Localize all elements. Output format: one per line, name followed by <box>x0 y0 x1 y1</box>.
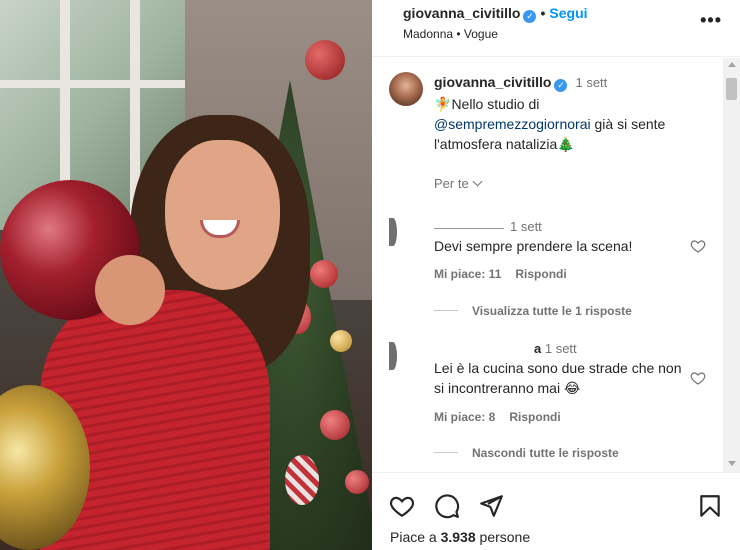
hide-replies-button[interactable]: Nascondi tutte le risposte <box>434 446 619 460</box>
comment-icon[interactable] <box>434 493 460 519</box>
caption-text-before: Nello studio di <box>451 96 540 112</box>
comment-text: Devi sempre prendere la scena! <box>434 238 633 254</box>
scrollbar-thumb[interactable] <box>726 78 737 100</box>
post-image[interactable] <box>0 0 372 550</box>
reply-button[interactable]: Rispondi <box>509 410 560 424</box>
hide-replies-label: Nascondi tutte le risposte <box>472 446 619 460</box>
ornament <box>345 470 369 494</box>
person-face <box>165 140 280 290</box>
view-replies-label: Visualizza tutte le 1 risposte <box>472 304 632 318</box>
caption-username[interactable]: giovanna_civitillo <box>434 74 551 90</box>
verified-badge-icon: ✓ <box>554 79 568 92</box>
author-username[interactable]: giovanna_civitillo <box>403 5 520 21</box>
comments-scroll-area[interactable]: giovanna_civitillo ✓ 1 sett 🧚Nello studio … <box>372 58 740 472</box>
likes-suffix: persone <box>479 529 531 545</box>
post-header: giovanna_civitillo ✓ • Segui Madonna • Vogu… <box>372 0 740 57</box>
comment-header: 1 sett <box>434 219 542 234</box>
share-icon[interactable] <box>478 493 504 519</box>
ornament <box>320 410 350 440</box>
ornament <box>305 40 345 80</box>
ornament <box>285 455 319 505</box>
replies-line <box>434 310 458 311</box>
caption-time[interactable]: 1 sett <box>575 75 607 90</box>
replies-line <box>434 452 458 453</box>
caption-mention-link[interactable]: @sempremezzogiornorai <box>434 116 591 132</box>
more-options-icon[interactable]: ••• <box>700 10 722 31</box>
post-side-panel: giovanna_civitillo ✓ • Segui Madonna • Vogu… <box>372 0 740 550</box>
comment-avatar[interactable] <box>389 342 397 370</box>
ornament <box>310 260 338 288</box>
separator-dot: • <box>540 5 546 21</box>
likes-number: 3.938 <box>440 529 476 545</box>
audio-track[interactable]: Madonna • Vogue <box>403 27 498 41</box>
reply-button[interactable]: Rispondi <box>515 267 566 281</box>
heart-icon[interactable] <box>389 493 415 519</box>
bookmark-icon[interactable] <box>697 493 723 519</box>
likes-prefix: Piace a <box>390 529 437 545</box>
view-replies-button[interactable]: Visualizza tutte le 1 risposte <box>434 304 632 318</box>
redacted-username <box>434 352 534 353</box>
heart-icon[interactable] <box>690 238 706 254</box>
comment-username[interactable]: a <box>534 341 541 356</box>
ornament <box>330 330 352 352</box>
likes-count[interactable]: Piace a 3.938 persone <box>390 529 530 545</box>
tree-emoji: 🎄 <box>557 136 575 152</box>
heart-icon[interactable] <box>690 370 706 386</box>
caption-avatar[interactable] <box>389 72 423 106</box>
comment-actions: Mi piace: 11 Rispondi <box>434 267 567 281</box>
post-author: giovanna_civitillo ✓ • Segui <box>403 5 588 23</box>
comment-actions: Mi piace: 8 Rispondi <box>434 410 561 424</box>
chevron-down-icon <box>472 176 483 187</box>
window-frame <box>0 80 185 88</box>
scrollbar[interactable] <box>723 58 740 472</box>
comment-likes[interactable]: Mi piace: 11 <box>434 267 501 281</box>
redacted-username <box>434 228 504 229</box>
caption-header: giovanna_civitillo ✓ 1 sett <box>434 74 607 92</box>
hand <box>95 255 165 325</box>
caption-text: 🧚Nello studio di @sempremezzogiornorai g… <box>434 94 704 154</box>
translation-toggle[interactable]: Per te <box>434 176 483 191</box>
scroll-up-arrow-icon[interactable] <box>728 62 736 67</box>
post-actions-bar: Piace a 3.938 persone <box>372 472 740 550</box>
comment-avatar[interactable] <box>389 218 397 246</box>
scroll-down-arrow-icon[interactable] <box>728 461 736 466</box>
translation-label: Per te <box>434 176 469 191</box>
comment-time[interactable]: 1 sett <box>545 341 577 356</box>
comment-time[interactable]: 1 sett <box>510 219 542 234</box>
fairy-emoji: 🧚 <box>434 96 452 112</box>
verified-badge-icon: ✓ <box>523 10 537 23</box>
comment-likes[interactable]: Mi piace: 8 <box>434 410 495 424</box>
comment-text: Lei è la cucina sono due strade che non … <box>434 360 682 396</box>
follow-button[interactable]: Segui <box>549 5 587 21</box>
comment-header: a 1 sett <box>434 341 577 356</box>
